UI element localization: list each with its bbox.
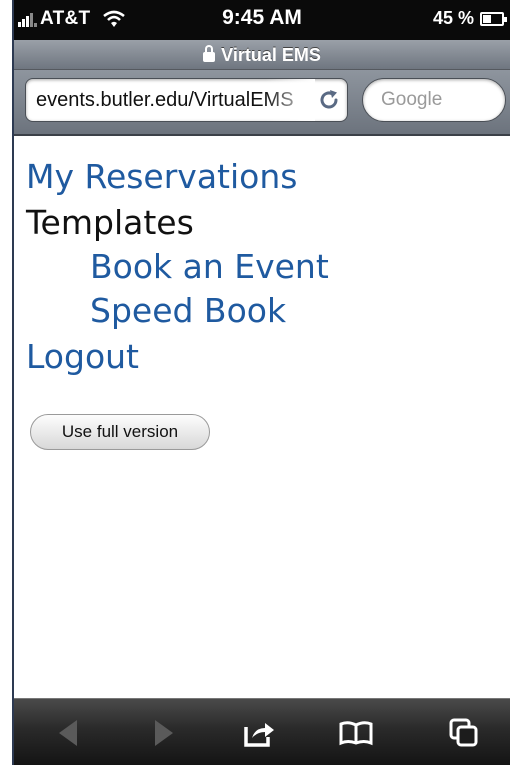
- forward-button[interactable]: [134, 699, 194, 765]
- bookmarks-button[interactable]: [326, 699, 386, 765]
- phone-screen: AT&T 9:45 AM 45 % Virtual EMS events.but…: [0, 0, 510, 765]
- battery-icon: [480, 11, 507, 26]
- speed-book-link[interactable]: Speed Book: [90, 289, 286, 333]
- book-an-event-link[interactable]: Book an Event: [90, 245, 329, 289]
- my-reservations-link[interactable]: My Reservations: [26, 155, 297, 199]
- browser-title-bar: Virtual EMS: [14, 40, 510, 70]
- tabs-button[interactable]: [434, 699, 494, 765]
- battery-fill: [483, 14, 491, 23]
- url-text[interactable]: events.butler.edu/VirtualEMS: [36, 89, 294, 112]
- use-full-version-button[interactable]: Use full version: [30, 414, 210, 450]
- page-content: My Reservations Templates Book an Event …: [14, 138, 510, 698]
- url-fade: [265, 79, 315, 121]
- reload-icon[interactable]: [317, 88, 341, 112]
- search-input[interactable]: [381, 89, 491, 111]
- back-arrow-icon[interactable]: [55, 718, 81, 748]
- search-field[interactable]: [362, 78, 506, 122]
- share-button[interactable]: [230, 699, 290, 765]
- logout-link[interactable]: Logout: [26, 335, 139, 379]
- templates-heading: Templates: [26, 203, 194, 242]
- tabs-icon[interactable]: [449, 718, 479, 748]
- reload-button[interactable]: [317, 88, 341, 112]
- browser-toolbar: [14, 698, 510, 765]
- battery-indicator: 45 %: [432, 8, 507, 29]
- back-button[interactable]: [38, 699, 98, 765]
- share-icon[interactable]: [243, 718, 277, 748]
- lock-icon: [203, 45, 216, 62]
- address-bar-area: events.butler.edu/VirtualEMS: [14, 70, 510, 136]
- battery-percentage: 45 %: [432, 8, 474, 28]
- page-title: Virtual EMS: [221, 45, 321, 65]
- url-field[interactable]: events.butler.edu/VirtualEMS: [25, 78, 348, 122]
- status-bar: AT&T 9:45 AM 45 %: [14, 0, 510, 40]
- bookmarks-icon[interactable]: [339, 720, 373, 746]
- forward-arrow-icon[interactable]: [151, 718, 177, 748]
